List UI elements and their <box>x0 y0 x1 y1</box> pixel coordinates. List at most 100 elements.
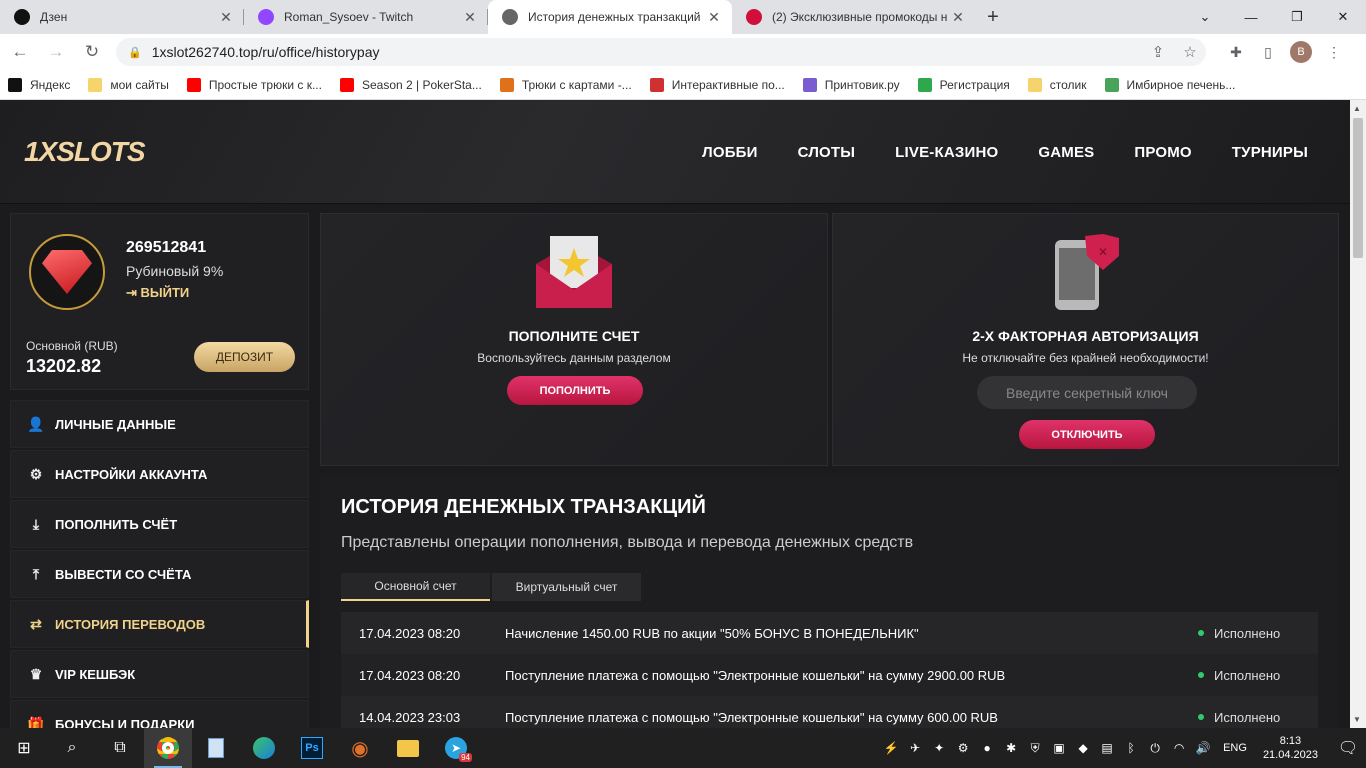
menu-item[interactable]: ⤓ ПОПОЛНИТЬ СЧЁТ <box>10 500 309 548</box>
restore-button[interactable]: ❐ <box>1274 0 1320 34</box>
logout-icon: ⇥ <box>126 285 141 300</box>
minimize-button[interactable]: — <box>1228 0 1274 34</box>
bookmark-item[interactable]: Season 2 | PokerSta... <box>339 77 482 92</box>
deposit-card-title: ПОПОЛНИТЕ СЧЕТ <box>508 328 640 344</box>
edge-icon[interactable] <box>240 728 288 768</box>
photoshop-icon[interactable]: Ps <box>288 728 336 768</box>
bookmark-label: Интерактивные по... <box>671 77 785 92</box>
menu-item[interactable]: ⤒ ВЫВЕСТИ СО СЧЁТА <box>10 550 309 598</box>
close-window-button[interactable]: ✕ <box>1320 0 1366 34</box>
nav-link-2[interactable]: СЛОТЫ <box>798 144 856 161</box>
notifications-icon[interactable]: 🗨 <box>1330 738 1366 758</box>
address-bar[interactable]: 🔒 1xslot262740.top/ru/office/historypay … <box>116 38 1206 66</box>
disable-2fa-button[interactable]: ОТКЛЮЧИТЬ <box>1019 420 1155 449</box>
account-tab[interactable]: Основной счет <box>341 573 490 601</box>
bookmark-item[interactable]: Имбирное печень... <box>1104 77 1236 92</box>
lock-icon[interactable]: 🔒 <box>128 46 142 59</box>
tab-search-icon[interactable]: ⌄ <box>1182 0 1228 34</box>
taskbar-clock[interactable]: 8:13 21.04.2023 <box>1263 734 1318 762</box>
bookmark-item[interactable]: Простые трюки с к... <box>186 77 322 92</box>
tray-app-icon[interactable]: ▣ <box>1047 741 1071 755</box>
nav-link-5[interactable]: ПРОМО <box>1134 144 1191 161</box>
browser-tab[interactable]: (2) Эксклюзивные промокоды н ✕ <box>732 0 976 34</box>
eye-app-icon[interactable]: ◉ <box>336 728 384 768</box>
bookmark-icon <box>339 77 354 92</box>
bookmark-icon <box>1104 77 1119 92</box>
bookmark-label: Имбирное печень... <box>1126 77 1236 92</box>
tray-app-icon[interactable]: ● <box>975 741 999 755</box>
extensions-icon[interactable]: ✚ <box>1220 44 1252 61</box>
task-view-icon[interactable]: ⧉ <box>96 728 144 768</box>
tray-app-icon[interactable]: ⚙ <box>951 741 975 755</box>
nav-link-6[interactable]: ТУРНИРЫ <box>1232 144 1308 161</box>
nav-link-1[interactable]: ЛОББИ <box>702 144 758 161</box>
main-nav: ЛОББИ СЛОТЫ LIVE-КАЗИНО GAMES ПРОМО ТУРНИРЫ <box>662 144 1308 161</box>
promo-icon <box>746 9 762 25</box>
new-tab-button[interactable]: + <box>976 0 1010 34</box>
browser-tab[interactable]: История денежных транзакций ✕ <box>488 0 732 34</box>
menu-item[interactable]: 🎁 БОНУСЫ И ПОДАРКИ <box>10 700 309 728</box>
site-logo[interactable]: 1XSLOTS <box>24 136 146 168</box>
telegram-icon[interactable]: ➤ 94 <box>432 728 480 768</box>
chrome-taskbar-icon[interactable] <box>144 728 192 768</box>
browser-tab[interactable]: Дзен ✕ <box>0 0 244 34</box>
logout-link[interactable]: ⇥ ВЫЙТИ <box>126 285 189 301</box>
tray-app-icon[interactable]: ◆ <box>1071 741 1095 755</box>
bookmark-star-icon[interactable]: ☆ <box>1174 43 1206 61</box>
power-icon[interactable]: ⏻ <box>1143 741 1167 756</box>
forward-icon[interactable]: → <box>40 38 72 66</box>
start-windows-icon[interactable]: ⊞ <box>0 728 48 768</box>
bookmark-item[interactable]: Интерактивные по... <box>649 77 785 92</box>
bookmark-item[interactable]: мои сайты <box>88 77 169 92</box>
tray-app-icon[interactable]: ⛨ <box>1023 741 1047 756</box>
share-icon[interactable]: ⇪ <box>1142 43 1174 61</box>
volume-icon[interactable]: 🔊 <box>1191 741 1215 755</box>
nav-link-4[interactable]: GAMES <box>1038 144 1094 161</box>
search-icon[interactable]: ⌕ <box>48 728 96 768</box>
bookmark-item[interactable]: Принтовик.ру <box>802 77 900 92</box>
profile-avatar[interactable]: B <box>1290 41 1312 63</box>
tab-close-icon[interactable]: ✕ <box>950 9 966 26</box>
topup-button[interactable]: ПОПОЛНИТЬ <box>507 376 643 405</box>
secret-key-input[interactable]: Введите секретный ключ <box>977 376 1197 409</box>
file-explorer-icon[interactable] <box>384 728 432 768</box>
bookmark-item[interactable]: Регистрация <box>917 77 1010 92</box>
window-controls: ⌄ — ❐ ✕ <box>1182 0 1366 34</box>
language-indicator[interactable]: ENG <box>1223 742 1247 754</box>
menu-item[interactable]: ♛ VIP КЕШБЭК <box>10 650 309 698</box>
nav-link-3[interactable]: LIVE-КАЗИНО <box>895 144 998 161</box>
table-row: 17.04.2023 08:20 Поступление платежа с по… <box>341 654 1318 696</box>
tray-app-icon[interactable]: ▤ <box>1095 741 1119 755</box>
page-scrollbar[interactable]: ▲ ▼ <box>1350 100 1366 728</box>
scroll-down-icon[interactable]: ▼ <box>1353 715 1361 724</box>
logout-label: ВЫЙТИ <box>140 285 190 300</box>
back-icon[interactable]: ← <box>4 38 36 66</box>
scroll-thumb[interactable] <box>1353 118 1363 258</box>
menu-item[interactable]: ⚙ НАСТРОЙКИ АККАУНТА <box>10 450 309 498</box>
tray-app-icon[interactable]: ✈ <box>903 741 927 755</box>
deposit-button[interactable]: ДЕПОЗИТ <box>194 342 295 372</box>
browser-tab[interactable]: Roman_Sysoev - Twitch ✕ <box>244 0 488 34</box>
tab-close-icon[interactable]: ✕ <box>462 9 478 26</box>
tray-app-icon[interactable]: ✦ <box>927 741 951 755</box>
bluetooth-icon[interactable]: ᛒ <box>1119 741 1143 755</box>
url-text: 1xslot262740.top/ru/office/historypay <box>151 44 380 60</box>
tab-close-icon[interactable]: ✕ <box>218 9 234 26</box>
wifi-icon[interactable]: ◠ <box>1167 741 1191 755</box>
account-tab[interactable]: Виртуальный счет <box>492 573 641 601</box>
bookmark-icon <box>917 77 932 92</box>
tray-app-icon[interactable]: ⚡ <box>879 741 903 755</box>
tab-close-icon[interactable]: ✕ <box>706 9 722 26</box>
menu-item[interactable]: ⇄ ИСТОРИЯ ПЕРЕВОДОВ <box>10 600 309 648</box>
scroll-up-icon[interactable]: ▲ <box>1353 104 1361 113</box>
calculator-icon[interactable] <box>192 728 240 768</box>
side-panel-icon[interactable]: ▯ <box>1252 44 1284 61</box>
bookmark-item[interactable]: столик <box>1027 77 1087 92</box>
menu-dots-icon[interactable]: ⋮ <box>1318 44 1350 61</box>
bookmark-item[interactable]: Яндекс <box>8 77 70 92</box>
bookmark-item[interactable]: Трюки с картами -... <box>499 77 632 92</box>
menu-item[interactable]: 👤 ЛИЧНЫЕ ДАННЫЕ <box>10 400 309 448</box>
bookmark-label: Трюки с картами -... <box>521 77 632 92</box>
reload-icon[interactable]: ↻ <box>76 38 108 66</box>
tray-app-icon[interactable]: ✱ <box>999 741 1023 755</box>
